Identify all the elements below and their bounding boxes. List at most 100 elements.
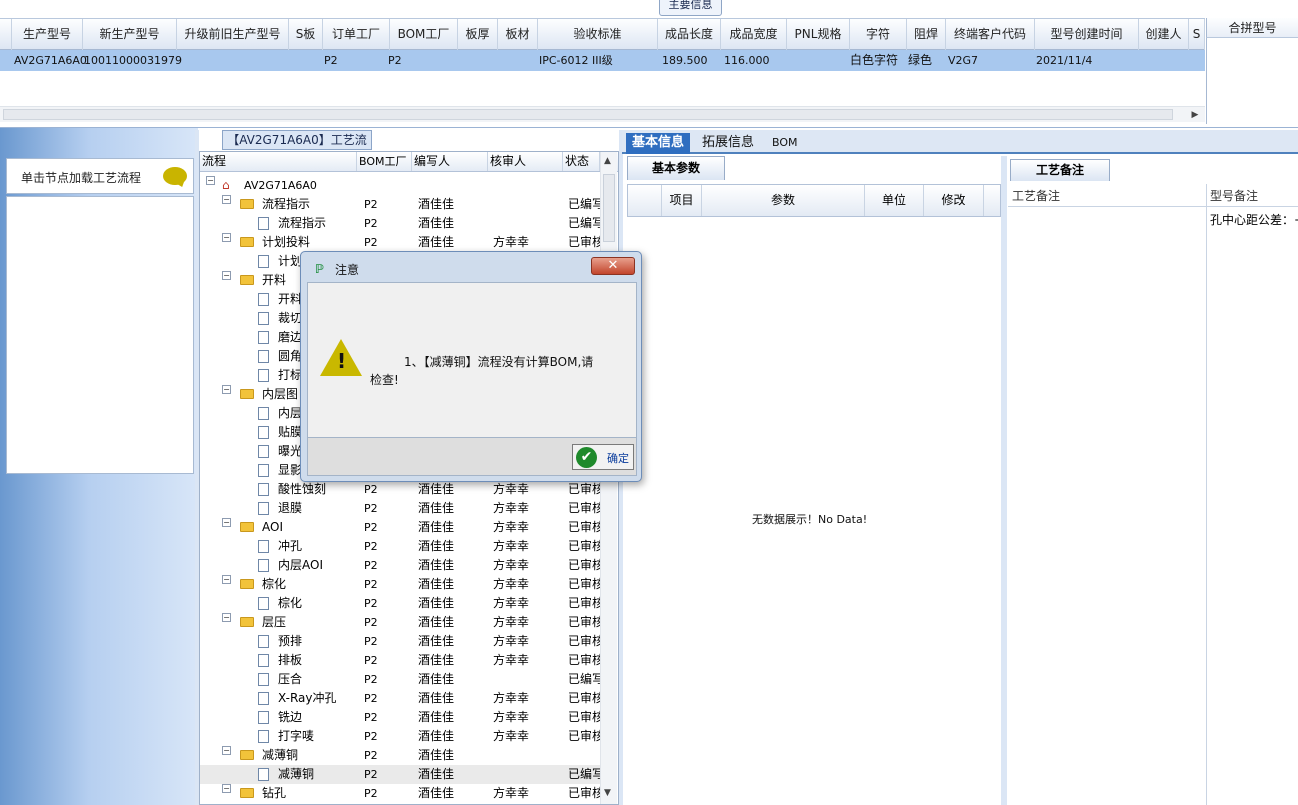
folder-icon xyxy=(240,199,254,209)
basic-params-header: 项目 参数 单位 修改 xyxy=(627,184,1001,217)
col-header[interactable]: 型号创建时间 xyxy=(1035,19,1139,50)
col-status[interactable]: 状态 xyxy=(563,152,600,171)
table-row[interactable]: AV2G71A6A0 10011000031979 P2 P2 IPC-6012… xyxy=(0,50,1205,71)
tree-row[interactable]: − 减薄铜 P2 酒佳佳 xyxy=(200,746,600,765)
col-bom[interactable]: BOM工厂 xyxy=(357,152,412,171)
tree-row[interactable]: 退膜 P2 酒佳佳 方幸幸 已审核 xyxy=(200,499,604,518)
tree-node-label: 减薄铜 xyxy=(262,748,299,762)
warning-mark: ! xyxy=(337,349,347,373)
tab-bom[interactable]: BOM xyxy=(766,133,804,154)
cell-bom: P2 xyxy=(364,692,378,705)
col-writer[interactable]: 编写人 xyxy=(412,152,488,171)
load-flow-button[interactable]: 单击节点加载工艺流程 xyxy=(6,158,194,194)
col-header[interactable]: 板厚 xyxy=(458,19,498,50)
col-header[interactable]: 新生产型号 xyxy=(83,19,177,50)
cell-reviewer: 方幸幸 xyxy=(493,539,530,553)
col-header[interactable]: S板 xyxy=(289,19,323,50)
cell-writer: 酒佳佳 xyxy=(418,767,455,781)
col-header[interactable]: 订单工厂 xyxy=(323,19,390,50)
col-flow[interactable]: 流程 xyxy=(200,152,357,171)
col-header[interactable]: 创建人 xyxy=(1139,19,1189,50)
collapse-icon[interactable]: − xyxy=(206,176,215,185)
tree-row[interactable]: 内层AOI P2 酒佳佳 方幸幸 已审核 xyxy=(200,556,604,575)
col-reviewer[interactable]: 核审人 xyxy=(488,152,563,171)
collapse-icon[interactable]: − xyxy=(222,271,231,280)
document-icon xyxy=(258,692,269,705)
collapse-icon[interactable]: − xyxy=(222,385,231,394)
tree-row[interactable]: 酸性蚀刻 P2 酒佳佳 方幸幸 已审核 xyxy=(200,480,604,499)
col-header[interactable]: 成品长度 xyxy=(658,19,721,50)
tab-extended-info[interactable]: 拓展信息 xyxy=(696,133,760,154)
horizontal-scrollbar[interactable]: ▶ xyxy=(0,106,1205,122)
tree-row[interactable]: X-Ray冲孔 P2 酒佳佳 方幸幸 已审核 xyxy=(200,689,604,708)
tree-row[interactable]: 流程指示 P2 酒佳佳 已编写 xyxy=(200,214,604,233)
col-header[interactable]: 生产型号 xyxy=(12,19,83,50)
tree-row[interactable]: 压合 P2 酒佳佳 已编写 xyxy=(200,670,604,689)
scroll-right-icon[interactable]: ▶ xyxy=(1188,108,1202,122)
tree-row[interactable]: 减薄铜 P2 酒佳佳 已编写 xyxy=(200,765,604,784)
tree-row[interactable]: 铣边 P2 酒佳佳 方幸幸 已审核 xyxy=(200,708,604,727)
ok-button[interactable]: ✔ 确定 xyxy=(572,444,634,470)
col-header[interactable]: S xyxy=(1189,19,1205,50)
document-icon xyxy=(258,293,269,306)
tree-node-label: 层压 xyxy=(262,615,287,629)
tab-basic-info[interactable]: 基本信息 xyxy=(626,133,691,154)
collapse-icon[interactable]: − xyxy=(222,575,231,584)
col-process-note[interactable]: 工艺备注 xyxy=(1012,187,1060,204)
tree-row[interactable]: − 棕化 P2 酒佳佳 方幸幸 已审核 xyxy=(200,575,604,594)
document-icon xyxy=(258,369,269,382)
tree-node-label: 减薄铜 xyxy=(278,767,315,781)
col-item[interactable]: 项目 xyxy=(662,185,702,216)
cell-status: 已审核 xyxy=(568,615,605,629)
col-model-note[interactable]: 型号备注 xyxy=(1210,187,1258,204)
col-header[interactable]: 板材 xyxy=(498,19,538,50)
collapse-icon[interactable]: − xyxy=(222,233,231,242)
collapse-icon[interactable]: − xyxy=(222,784,231,793)
collapse-icon[interactable]: − xyxy=(222,746,231,755)
tree-row[interactable]: − 计划投料 P2 酒佳佳 方幸幸 已审核 xyxy=(200,233,604,252)
cell-status: 已审核 xyxy=(568,558,605,572)
grid-corner[interactable] xyxy=(0,19,12,50)
tree-row[interactable]: − 钻孔 P2 酒佳佳 方幸幸 已审核 xyxy=(200,784,604,803)
col-header[interactable]: 终端客户代码 xyxy=(946,19,1035,50)
col-header[interactable]: 升级前旧生产型号 xyxy=(177,19,289,50)
col-header[interactable]: 成品宽度 xyxy=(721,19,787,50)
folder-icon xyxy=(240,579,254,589)
scroll-thumb[interactable] xyxy=(603,174,615,242)
col-edit[interactable]: 修改 xyxy=(924,185,984,216)
collapse-icon[interactable]: − xyxy=(222,195,231,204)
cell-created: 2021/11/4 xyxy=(1036,54,1093,67)
tree-root[interactable]: − ⌂ AV2G71A6A0 xyxy=(200,176,600,195)
grid-corner[interactable] xyxy=(628,185,662,216)
scroll-up-icon[interactable]: ▲ xyxy=(604,156,611,166)
tree-row[interactable]: − 流程指示 P2 酒佳佳 已编写 xyxy=(200,195,604,214)
col-header[interactable]: 验收标准 xyxy=(538,19,658,50)
col-header[interactable]: BOM工厂 xyxy=(390,19,458,50)
scroll-thumb[interactable] xyxy=(3,109,1173,120)
tree-row[interactable]: 排板 P2 酒佳佳 方幸幸 已审核 xyxy=(200,651,604,670)
col-header[interactable]: PNL规格 xyxy=(787,19,850,50)
tree-row[interactable]: − AOI P2 酒佳佳 方幸幸 已审核 xyxy=(200,518,604,537)
dialog-titlebar[interactable]: ℙ 注意 ✕ xyxy=(309,256,639,280)
collapse-icon[interactable]: − xyxy=(222,613,231,622)
tab-process-flow[interactable]: 【AV2G71A6A0】工艺流程 xyxy=(222,130,372,165)
tree-row[interactable]: − 层压 P2 酒佳佳 方幸幸 已审核 xyxy=(200,613,604,632)
tree-row[interactable]: 冲孔 P2 酒佳佳 方幸幸 已审核 xyxy=(200,537,604,556)
tree-row[interactable]: 预排 P2 酒佳佳 方幸幸 已审核 xyxy=(200,632,604,651)
tab-basic-params[interactable]: 基本参数 xyxy=(627,156,725,180)
scroll-down-icon[interactable]: ▼ xyxy=(604,788,611,798)
col-header[interactable]: 阻焊 xyxy=(907,19,946,50)
cell-bom: P2 xyxy=(364,540,378,553)
document-icon xyxy=(258,540,269,553)
tab-process-notes[interactable]: 工艺备注 xyxy=(1010,159,1110,181)
tree-row[interactable]: 棕化 P2 酒佳佳 方幸幸 已审核 xyxy=(200,594,604,613)
merge-model-header[interactable]: 合拼型号 xyxy=(1206,18,1298,38)
group-tab[interactable]: 主要信息 xyxy=(659,0,722,16)
collapse-icon[interactable]: − xyxy=(222,518,231,527)
cell-status: 已审核 xyxy=(568,577,605,591)
close-button[interactable]: ✕ xyxy=(591,257,635,275)
tree-row[interactable]: 打字唛 P2 酒佳佳 方幸幸 已审核 xyxy=(200,727,604,746)
col-unit[interactable]: 单位 xyxy=(865,185,924,216)
col-param[interactable]: 参数 xyxy=(702,185,865,216)
col-header[interactable]: 字符 xyxy=(850,19,907,50)
